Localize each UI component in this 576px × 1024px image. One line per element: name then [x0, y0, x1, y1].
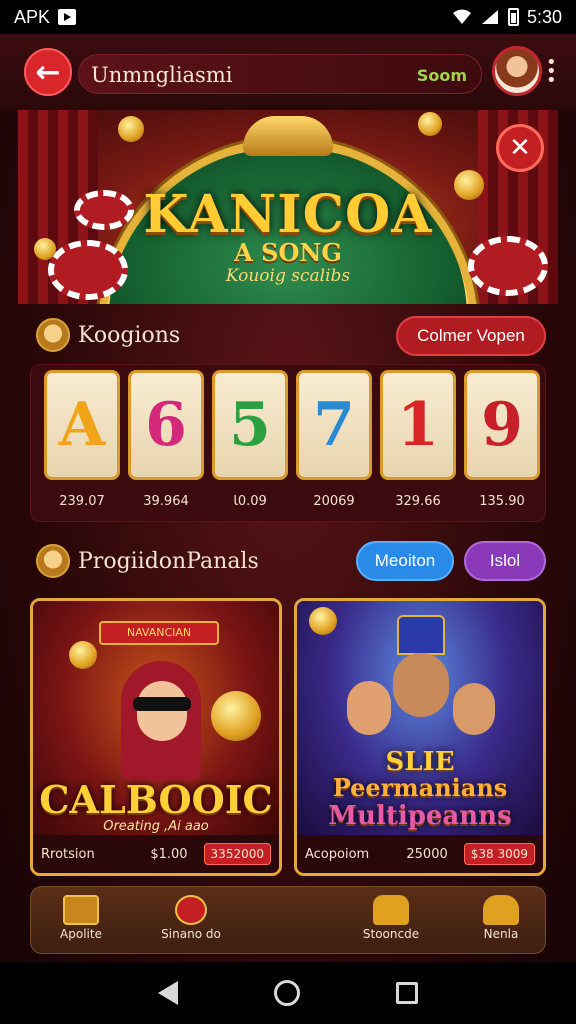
card-headline-2: Peermanians	[332, 773, 508, 802]
status-time: 5:30	[526, 6, 562, 27]
hero-subtitle: A SONG	[234, 238, 342, 267]
hero-logo: KANICOA	[143, 184, 433, 245]
hero-banner[interactable]: KANICOA A SONG Kouoig scalibs	[18, 110, 558, 304]
coin-icon	[118, 116, 144, 142]
card-footer: Acopoiom 25000 $38 3009	[297, 835, 543, 873]
coin-icon	[418, 112, 442, 136]
sunglasses-icon	[133, 697, 191, 711]
tab-meoiton[interactable]: Meoiton	[356, 541, 454, 581]
home-circle-icon[interactable]	[274, 980, 300, 1006]
nav-item-apolite[interactable]: Apolite	[31, 887, 131, 955]
slot-reel[interactable]: 1	[380, 370, 456, 480]
nav-label: Nenla	[483, 927, 519, 941]
nav-item-nenla[interactable]: Nenla	[451, 887, 551, 955]
bottom-nav: Apolite Sinano do Stooncde Nenla	[30, 886, 546, 954]
crown-sofa-icon	[373, 895, 409, 925]
character-face	[137, 681, 187, 741]
signal-icon	[481, 10, 498, 24]
coin-icon	[309, 607, 337, 635]
game-card-calbooic[interactable]: NAVANCIAN CALBOOIC Oreating ,Ai aao Rrot…	[30, 598, 282, 876]
card-headline: CALBOOIC	[39, 777, 273, 822]
back-triangle-icon[interactable]	[158, 981, 178, 1005]
nav-label: Apolite	[60, 927, 102, 941]
card-headline-3: Multipeanns	[328, 801, 512, 831]
slot-reel-value: 20069	[313, 494, 355, 509]
slot-reel-value: 239.07	[59, 494, 105, 509]
gift-box-icon	[63, 895, 99, 925]
battery-icon	[507, 8, 519, 26]
card-price: 25000	[406, 846, 448, 862]
card-foot-label: Rrotsion	[41, 846, 95, 862]
tab-islol[interactable]: Islol	[464, 541, 546, 581]
game-card-peermanians[interactable]: SLIE Peermanians Multipeanns Acopoiom 25…	[294, 598, 546, 876]
page-title: Unmngliasmi	[91, 63, 233, 87]
nav-item-stooncde[interactable]: Stooncde	[341, 887, 441, 955]
card-tag: NAVANCIAN	[99, 621, 219, 645]
nav-label: Stooncde	[362, 927, 420, 941]
crown-icon	[483, 895, 519, 925]
status-bar: APK 5:30	[0, 0, 576, 34]
slot-reel[interactable]: 6	[128, 370, 204, 480]
character-face	[347, 681, 391, 735]
slot-reel-value: 135.90	[479, 494, 525, 509]
card-subline: Oreating ,Ai aao	[103, 819, 209, 834]
slot-reel-value: 329.66	[395, 494, 441, 509]
card-foot-label: Acopoiom	[305, 846, 370, 862]
card-footer: Rrotsion $1.00 3352000	[33, 835, 279, 873]
slot-reel[interactable]: A	[44, 370, 120, 480]
system-nav-bar	[0, 962, 576, 1024]
slot-reel-value: Ɩ0.09	[233, 494, 267, 509]
slot-reel[interactable]: 9	[464, 370, 540, 480]
promo-section-title: ProgiidonPanals	[78, 548, 259, 574]
recents-square-icon[interactable]	[396, 982, 418, 1004]
card-badge[interactable]: 3352000	[203, 843, 271, 865]
wand-icon	[175, 895, 207, 925]
crest-ornament	[243, 116, 333, 156]
card-price: $1.00	[150, 846, 188, 862]
coin-balance: Soom	[416, 66, 467, 85]
close-button[interactable]: ✕	[496, 124, 544, 172]
title-bar: Unmngliasmi Soom	[78, 54, 482, 94]
colmer-vopen-button[interactable]: Colmer Vopen	[396, 316, 546, 356]
promo-section-header: ProgiidonPanals	[36, 544, 259, 578]
card-badge[interactable]: $38 3009	[463, 843, 535, 865]
coin-stack-icon	[211, 691, 261, 741]
nav-item-sinano[interactable]: Sinano do	[141, 887, 241, 955]
slot-reel[interactable]: 5	[212, 370, 288, 480]
avatar[interactable]	[492, 46, 542, 96]
back-button[interactable]: ←	[24, 48, 72, 96]
coin-icon	[69, 641, 97, 669]
crown-icon	[36, 318, 70, 352]
more-menu-icon[interactable]: • • •	[546, 54, 557, 90]
slots-section-title: Koogions	[78, 322, 181, 348]
slot-reel[interactable]: 7	[296, 370, 372, 480]
close-icon: ✕	[509, 133, 531, 163]
character-hat	[397, 615, 445, 655]
character-face	[453, 683, 495, 735]
nav-label: Sinano do	[161, 927, 221, 941]
app-header: ← Unmngliasmi Soom • • •	[0, 34, 576, 110]
crown-icon	[36, 544, 70, 578]
character-face	[393, 653, 449, 717]
slot-reel-value: 39.964	[143, 494, 189, 509]
slots-section-header: Koogions	[36, 318, 180, 352]
arrow-left-icon: ←	[35, 54, 61, 90]
play-store-icon	[58, 9, 77, 25]
status-app-label: APK	[14, 6, 51, 27]
wifi-icon	[452, 9, 471, 24]
hero-tagline: Kouoig scalibs	[225, 266, 351, 286]
